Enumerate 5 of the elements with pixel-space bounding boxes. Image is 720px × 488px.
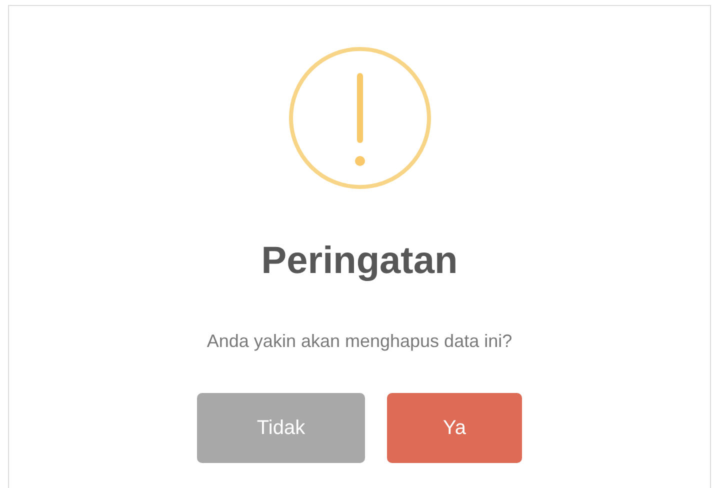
confirm-button[interactable]: Ya xyxy=(387,392,522,462)
dialog-title: Peringatan xyxy=(261,239,458,284)
cancel-button[interactable]: Tidak xyxy=(197,392,365,462)
warning-icon xyxy=(288,46,432,190)
dialog-message: Anda yakin akan menghapus data ini? xyxy=(206,330,512,353)
